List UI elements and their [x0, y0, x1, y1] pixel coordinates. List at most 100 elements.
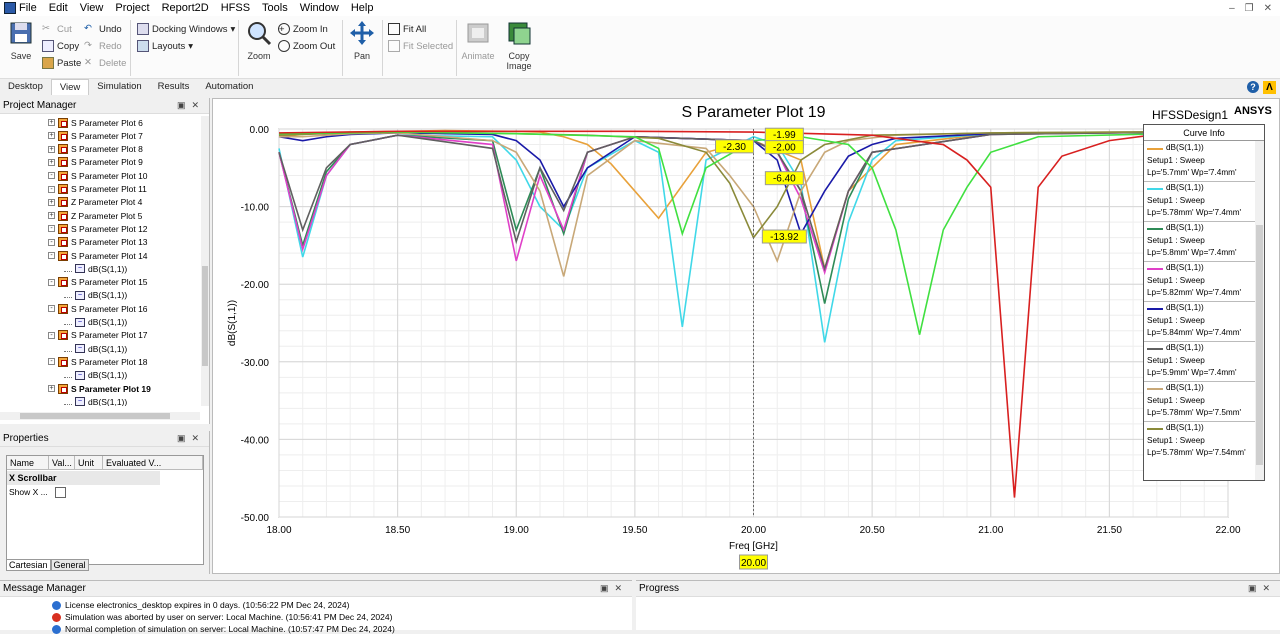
close-icon[interactable]: ✕: [1264, 3, 1272, 14]
undo-button[interactable]: ↶ Undo: [84, 21, 122, 37]
minimize-icon[interactable]: –: [1229, 3, 1235, 14]
tree-item-plot[interactable]: + S Parameter Plot 8: [48, 143, 143, 156]
save-button[interactable]: Save: [6, 20, 36, 61]
scrollbar-thumb[interactable]: [202, 266, 208, 366]
copy-image-button[interactable]: Copy Image: [500, 20, 538, 71]
tree-item-plot[interactable]: - S Parameter Plot 18: [48, 355, 148, 368]
zoom-in-button[interactable]: + Zoom In: [278, 21, 328, 37]
redo-button[interactable]: ↷ Redo: [84, 38, 122, 54]
tree-item-curve[interactable]: ~ dB(S(1,1)): [64, 342, 127, 355]
zoom-button[interactable]: Zoom: [244, 20, 274, 61]
pin-close-icon[interactable]: ▣✕: [177, 433, 209, 444]
restore-icon[interactable]: ❐: [1245, 3, 1254, 14]
tree-item-curve[interactable]: ~ dB(S(1,1)): [64, 262, 127, 275]
expand-icon[interactable]: -: [48, 331, 55, 339]
menu-report2d[interactable]: Report2D: [156, 2, 215, 14]
menu-project[interactable]: Project: [109, 2, 155, 14]
info-icon: [52, 624, 61, 634]
tree-item-plot[interactable]: + S Parameter Plot 7: [48, 129, 143, 142]
tree-item-plot[interactable]: - S Parameter Plot 10: [48, 169, 148, 182]
expand-icon[interactable]: -: [48, 185, 55, 193]
tab-general[interactable]: General: [50, 559, 89, 571]
message-line[interactable]: License electronics_desktop expires in 0…: [52, 600, 349, 610]
zoom-out-button[interactable]: Zoom Out: [278, 38, 335, 54]
expand-icon[interactable]: -: [48, 278, 55, 286]
docking-windows-button[interactable]: Docking Windows ▾: [137, 21, 235, 37]
tree-vertical-scrollbar[interactable]: [201, 116, 209, 406]
expand-icon[interactable]: -: [48, 252, 55, 259]
col-evaluated[interactable]: Evaluated V...: [103, 456, 203, 470]
scrollbar-thumb[interactable]: [20, 413, 170, 419]
tree-item-plot[interactable]: - S Parameter Plot 14: [48, 249, 148, 262]
tab-simulation[interactable]: Simulation: [89, 79, 149, 95]
tree-item-curve[interactable]: ~ dB(S(1,1)): [64, 395, 127, 406]
tree-item-plot[interactable]: + Z Parameter Plot 5: [48, 209, 142, 222]
copy-button[interactable]: Copy: [42, 38, 79, 54]
menu-tools[interactable]: Tools: [256, 2, 294, 14]
expand-icon[interactable]: +: [48, 132, 55, 140]
fit-all-button[interactable]: Fit All: [388, 21, 426, 37]
curve-info-legend[interactable]: Curve Info dB(S(1,1)) Setup1 : Sweep Lp='5…: [1143, 124, 1265, 481]
cut-button[interactable]: ✂ Cut: [42, 21, 72, 37]
col-value[interactable]: Val...: [49, 456, 75, 470]
show-x-checkbox[interactable]: [55, 487, 66, 498]
expand-icon[interactable]: +: [48, 119, 55, 126]
layouts-button[interactable]: Layouts ▾: [137, 38, 193, 54]
tree-item-plot[interactable]: - S Parameter Plot 16: [48, 302, 148, 315]
tree-item-plot[interactable]: + S Parameter Plot 6: [48, 116, 143, 129]
tree-item-plot[interactable]: + S Parameter Plot 9: [48, 156, 143, 169]
expand-icon[interactable]: +: [48, 212, 55, 220]
pin-close-icon[interactable]: ▣✕: [177, 100, 209, 111]
scrollbar-thumb[interactable]: [1256, 225, 1263, 465]
expand-icon[interactable]: +: [48, 198, 55, 206]
message-line[interactable]: Simulation was aborted by user on server…: [52, 612, 392, 622]
expand-icon[interactable]: -: [48, 172, 55, 180]
tree-item-curve[interactable]: ~ dB(S(1,1)): [64, 316, 127, 329]
menu-help[interactable]: Help: [345, 2, 380, 14]
pan-button[interactable]: Pan: [346, 20, 378, 61]
tab-view[interactable]: View: [50, 79, 90, 95]
help-icon[interactable]: ?: [1247, 81, 1259, 93]
tree-item-plot[interactable]: + Z Parameter Plot 4: [48, 196, 142, 209]
tab-cartesian[interactable]: Cartesian: [6, 559, 51, 571]
expand-icon[interactable]: +: [48, 385, 55, 392]
x-tick-label: 21.00: [978, 525, 1003, 536]
report-icon: [58, 144, 68, 155]
pin-close-icon[interactable]: ▣✕: [1248, 583, 1280, 594]
paste-button[interactable]: Paste: [42, 55, 81, 71]
tree-horizontal-scrollbar[interactable]: [0, 412, 200, 420]
menu-view[interactable]: View: [74, 2, 110, 14]
expand-icon[interactable]: +: [48, 158, 55, 166]
menu-hfss[interactable]: HFSS: [215, 2, 256, 14]
tree-item-plot[interactable]: + S Parameter Plot 19: [48, 382, 151, 395]
col-name[interactable]: Name: [7, 456, 49, 470]
tab-desktop[interactable]: Desktop: [0, 79, 51, 95]
tree-item-plot[interactable]: - S Parameter Plot 11: [48, 183, 147, 196]
message-line[interactable]: Normal completion of simulation on serve…: [52, 624, 395, 634]
tree-item-curve[interactable]: ~ dB(S(1,1)): [64, 369, 127, 382]
delete-button[interactable]: ✕ Delete: [84, 55, 126, 71]
tab-results[interactable]: Results: [150, 79, 198, 95]
s-parameter-chart[interactable]: 18.00 18.50 19.00 19.50 20.00 20.50 21.00 21.50…: [213, 99, 1279, 573]
expand-icon[interactable]: +: [48, 145, 55, 153]
tree-item-plot[interactable]: - S Parameter Plot 15: [48, 276, 148, 289]
tree-item-plot[interactable]: - S Parameter Plot 13: [48, 236, 148, 249]
fit-selected-button[interactable]: Fit Selected: [388, 38, 453, 54]
tree-item-plot[interactable]: - S Parameter Plot 17: [48, 329, 148, 342]
menu-edit[interactable]: Edit: [43, 2, 74, 14]
menu-file[interactable]: File: [16, 2, 43, 14]
expand-icon[interactable]: -: [48, 225, 55, 233]
animate-button[interactable]: Animate: [460, 20, 496, 61]
menu-window[interactable]: Window: [294, 2, 345, 14]
tab-automation[interactable]: Automation: [197, 79, 261, 95]
expand-icon[interactable]: -: [48, 238, 55, 246]
tree-item-curve[interactable]: ~ dB(S(1,1)): [64, 289, 127, 302]
col-unit[interactable]: Unit: [75, 456, 103, 470]
legend-entry-setup: Setup1 : Sweep: [1147, 316, 1205, 325]
legend-scrollbar[interactable]: [1255, 141, 1264, 480]
expand-icon[interactable]: -: [48, 358, 55, 366]
expand-icon[interactable]: -: [48, 305, 55, 313]
message-text: License electronics_desktop expires in 0…: [65, 600, 350, 610]
pin-close-icon[interactable]: ▣✕: [600, 583, 632, 594]
tree-item-plot[interactable]: - S Parameter Plot 12: [48, 222, 148, 235]
